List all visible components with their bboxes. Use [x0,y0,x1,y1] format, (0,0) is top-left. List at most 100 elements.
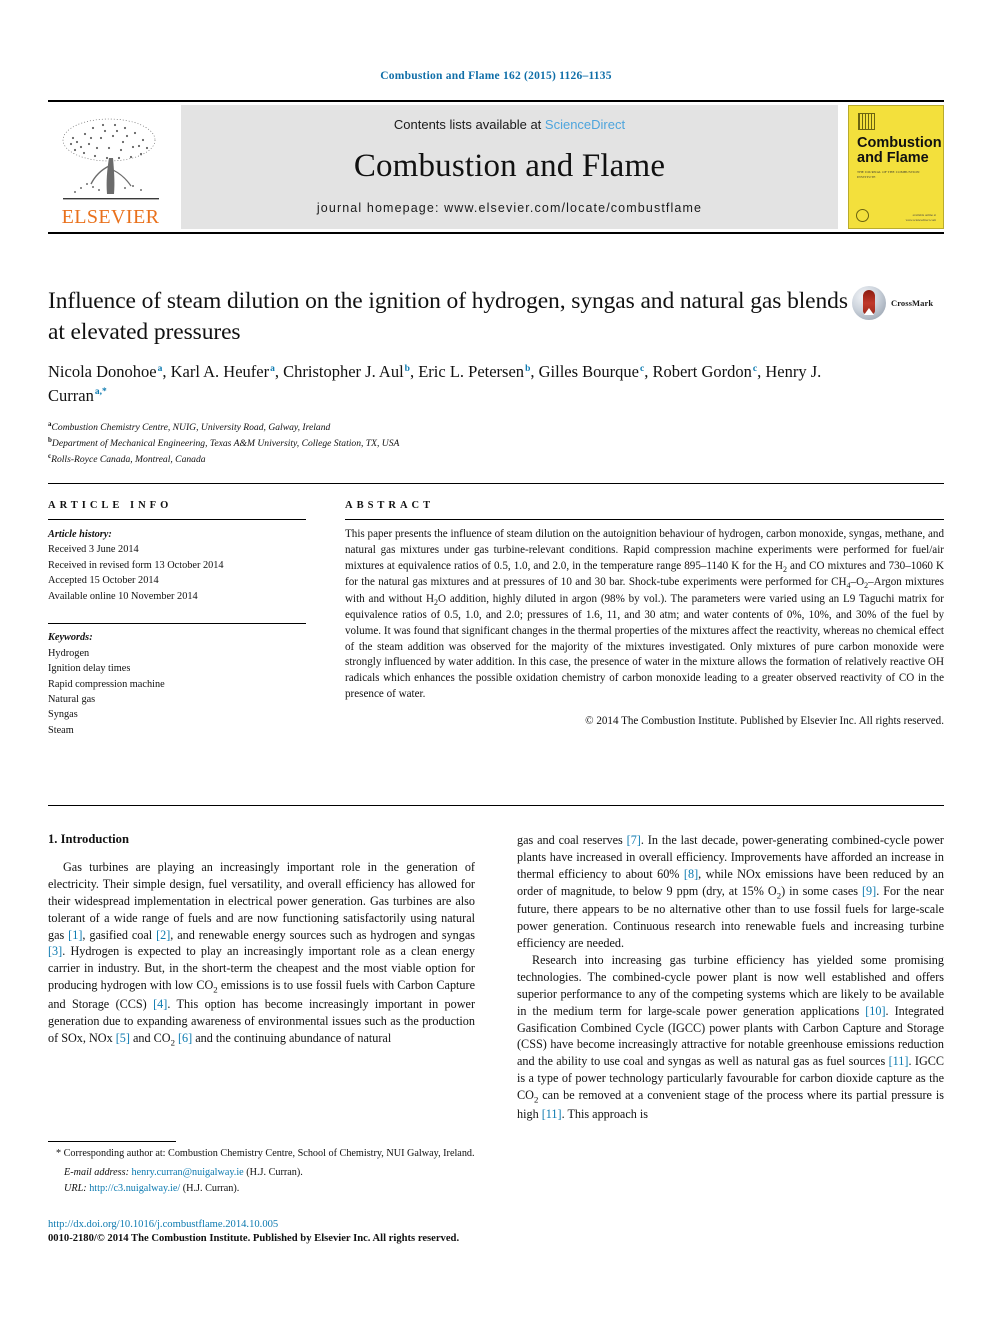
author-list: Nicola Donohoea, Karl A. Heufera, Christ… [48,362,822,405]
elsevier-logo: ELSEVIER [48,105,173,229]
abstract-copyright: © 2014 The Combustion Institute. Publish… [585,714,944,727]
article-history-list: Received 3 June 2014 Received in revised … [48,542,306,604]
citation-ref[interactable]: [5] [116,1031,130,1045]
chem-subscript: 4 [846,581,851,591]
corresponding-author-footnote: * Corresponding author at: Combustion Ch… [48,1141,475,1197]
contents-prefix: Contents lists available at [393,117,545,132]
citation-ref[interactable]: [11] [542,1107,562,1121]
chem-subscript: 2 [170,1037,175,1048]
citation-ref[interactable]: [11] [889,1054,909,1068]
citation-ref[interactable]: [10] [865,1004,885,1018]
cover-title-line2: and Flame [857,150,929,167]
citation-ref[interactable]: [6] [178,1031,192,1045]
chem-subscript: 2 [533,1094,539,1105]
author-name: Karl A. Heufer [170,362,270,382]
keyword-item: Ignition delay times [48,663,131,675]
issn-copyright-line: 0010-2180/© 2014 The Combustion Institut… [48,1233,460,1245]
doi-link[interactable]: http://dx.doi.org/10.1016/j.combustflame… [48,1218,648,1232]
url-label: URL: [64,1183,87,1195]
citation-ref[interactable]: [1] [68,928,82,942]
abstract-heading: ABSTRACT [345,500,435,511]
page-footer: http://dx.doi.org/10.1016/j.combustflame… [48,1218,648,1247]
author-affiliation-mark: b [525,363,531,374]
cover-subtitle: THE JOURNAL OF THE COMBUSTION INSTITUTE [857,170,920,179]
corresponding-author-text: * Corresponding author at: Combustion Ch… [56,1148,475,1159]
journal-title: Combustion and Flame [353,148,666,184]
journal-article-page: Combustion and Flame 162 (2015) 1126–113… [0,0,992,1323]
sciencedirect-link[interactable]: ScienceDirect [545,117,625,132]
title-bottom-rule [48,483,944,485]
citation-ref[interactable]: [9] [862,884,876,898]
journal-cover-thumbnail[interactable]: Combustion and Flame THE JOURNAL OF THE … [848,105,944,229]
author-name: Eric L. Petersen [418,362,525,382]
affiliation-mark: a [48,419,52,428]
affiliation-item: cRolls-Royce Canada, Montreal, Canada [48,452,206,466]
footnote-rule [48,1141,176,1142]
affiliation-list: aCombustion Chemistry Centre, NUIG, Univ… [48,419,944,467]
keywords-list: Hydrogen Ignition delay times Rapid compre… [48,646,306,739]
article-history-item: Received 3 June 2014 [48,544,139,556]
abstract-column: ABSTRACT This paper presents the influen… [345,500,944,738]
intro-paragraph-right-1: gas and coal reserves [7]. In the last d… [517,833,944,951]
url-owner: (H.J. Curran). [182,1183,240,1195]
author-name: Gilles Bourque [538,362,639,382]
cover-publisher-mark-icon [858,113,875,130]
article-history-item: Available online 10 November 2014 [48,590,198,602]
keyword-item: Hydrogen [48,647,90,659]
body-right-column: gas and coal reserves [7]. In the last d… [517,832,944,1123]
author-name: Nicola Donohoe [48,362,157,382]
affiliation-mark: c [48,452,52,461]
keywords-label: Keywords: [48,632,93,644]
chem-subscript: 2 [864,581,869,591]
keywords-rule [48,623,306,625]
body-columns: 1. Introduction Gas turbines are playing… [48,832,944,1123]
cover-seal-icon [856,209,869,222]
intro-paragraph-left: Gas turbines are playing an increasingly… [48,860,476,1048]
email-label: E-mail address: [64,1167,129,1179]
info-abstract-section: ARTICLE INFO Article history: Received 3… [48,500,944,738]
elsevier-wordmark: ELSEVIER [61,206,160,228]
section-title-introduction: 1. Introduction [48,832,129,846]
author-affiliation-mark: b [404,363,410,374]
chem-subscript: 2 [434,597,439,607]
email-link[interactable]: henry.curran@nuigalway.ie [132,1167,244,1178]
author-affiliation-mark: a,* [94,387,107,398]
citation-ref[interactable]: [8] [684,867,698,881]
cover-title: Combustion and Flame [857,135,942,167]
title-block: CrossMark Influence of steam dilution on… [48,286,944,485]
crossmark-badge[interactable]: CrossMark [852,286,944,320]
article-info-rule [48,519,306,520]
journal-masthead: ELSEVIER Contents lists available at Sci… [48,100,944,234]
journal-homepage-link[interactable]: journal homepage: www.elsevier.com/locat… [317,201,702,215]
journal-band: Contents lists available at ScienceDirec… [181,105,838,229]
citation-ref[interactable]: [4] [153,997,167,1011]
keyword-item: Natural gas [48,693,96,705]
page-title: Influence of steam dilution on the ignit… [48,288,848,345]
citation-ref[interactable]: [7] [627,833,641,847]
email-line: E-mail address: henry.curran@nuigalway.i… [48,1166,475,1181]
article-info-column: ARTICLE INFO Article history: Received 3… [48,500,306,738]
citation-ref[interactable]: [3] [48,944,62,958]
citation-ref[interactable]: [2] [156,928,170,942]
article-info-heading: ARTICLE INFO [48,500,173,511]
abstract-bottom-rule [48,805,944,806]
affiliation-item: aCombustion Chemistry Centre, NUIG, Univ… [48,419,331,434]
chem-subscript: 2 [782,564,787,574]
author-name: Robert Gordon [652,362,752,382]
chem-subscript: 2 [776,890,782,901]
keyword-item: Rapid compression machine [48,678,165,690]
url-link[interactable]: http://c3.nuigalway.ie/ [89,1183,180,1194]
email-owner: (H.J. Curran). [246,1167,303,1179]
author-affiliation-mark: a [270,363,275,374]
article-history-label: Article history: [48,529,112,540]
body-left-column: 1. Introduction Gas turbines are playing… [48,832,475,1123]
affiliation-mark: b [48,436,52,445]
affiliation-item: bDepartment of Mechanical Engineering, T… [48,436,400,450]
intro-paragraph-right-2: Research into increasing gas turbine eff… [517,952,945,1121]
url-line: URL: http://c3.nuigalway.ie/ (H.J. Curra… [48,1182,475,1197]
masthead-bottom-rule [48,232,944,234]
contents-available-line: Contents lists available at ScienceDirec… [394,117,625,132]
chem-subscript: 2 [213,984,218,995]
keyword-item: Steam [48,724,74,736]
keyword-item: Syngas [48,709,78,721]
